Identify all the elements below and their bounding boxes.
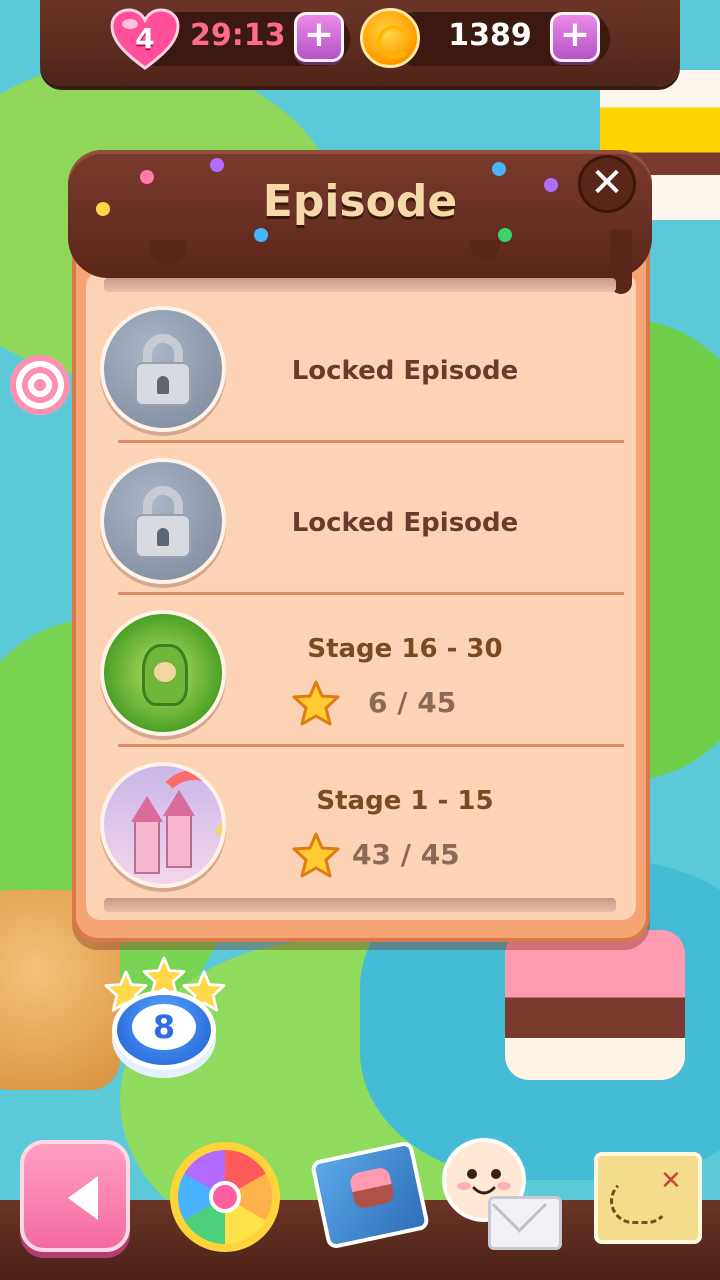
- envelope-icon: [488, 1196, 562, 1250]
- coin-count: 1389: [448, 18, 532, 53]
- star-progress: 43 / 45: [352, 838, 460, 871]
- lives-count: 4: [135, 22, 155, 55]
- episode-label: Stage 1 - 15: [316, 786, 494, 816]
- sprinkle: [210, 158, 224, 172]
- life-timer: 29:13: [190, 18, 286, 53]
- sprinkle: [544, 178, 558, 192]
- close-icon: ✕: [590, 160, 624, 206]
- coin-icon: [360, 8, 420, 68]
- sprinkle: [140, 170, 154, 184]
- back-arrow-icon: [68, 1176, 98, 1220]
- list-top-edge: [104, 278, 616, 292]
- heart-icon: 4: [110, 8, 180, 72]
- lock-icon: [100, 458, 226, 584]
- episode-label: Stage 16 - 30: [307, 634, 503, 664]
- episode-label: Locked Episode: [291, 356, 519, 386]
- episode-row-locked-2[interactable]: Locked Episode: [100, 452, 625, 584]
- episode-row-stage-16-30[interactable]: Stage 16 - 30 6 / 45: [100, 604, 625, 736]
- sprinkle: [254, 228, 268, 242]
- plus-icon: +: [559, 14, 591, 55]
- add-lives-button[interactable]: +: [294, 12, 344, 62]
- list-bottom-edge: [104, 898, 616, 912]
- forest-episode-icon: [100, 610, 226, 736]
- episode-row-locked-1[interactable]: Locked Episode: [100, 300, 625, 432]
- row-divider: [118, 744, 624, 747]
- row-divider: [118, 592, 624, 595]
- map-x-marker: ✕: [660, 1166, 682, 1196]
- panel-title: Episode: [262, 176, 458, 227]
- row-divider: [118, 440, 624, 443]
- add-coins-button[interactable]: +: [550, 12, 600, 62]
- star-icon: [292, 680, 340, 726]
- plus-icon: +: [303, 14, 335, 55]
- episode-label: Locked Episode: [291, 508, 519, 538]
- close-button[interactable]: ✕: [578, 155, 636, 213]
- back-button[interactable]: [20, 1140, 130, 1252]
- cake-decoration: [505, 930, 685, 1080]
- episode-row-stage-1-15[interactable]: Stage 1 - 15 43 / 45: [100, 756, 625, 888]
- candy-decoration: [10, 355, 70, 415]
- castle-episode-icon: [100, 762, 226, 888]
- wheel-hub: [209, 1181, 241, 1213]
- sprinkle: [492, 162, 506, 176]
- level-number[interactable]: 8: [132, 1004, 196, 1050]
- star-icon: [292, 832, 340, 878]
- star-progress: 6 / 45: [368, 686, 457, 719]
- lock-icon: [100, 306, 226, 432]
- status-bar: 4 29:13 + 1389 +: [40, 0, 680, 86]
- sprinkle: [498, 228, 512, 242]
- sprinkle: [96, 202, 110, 216]
